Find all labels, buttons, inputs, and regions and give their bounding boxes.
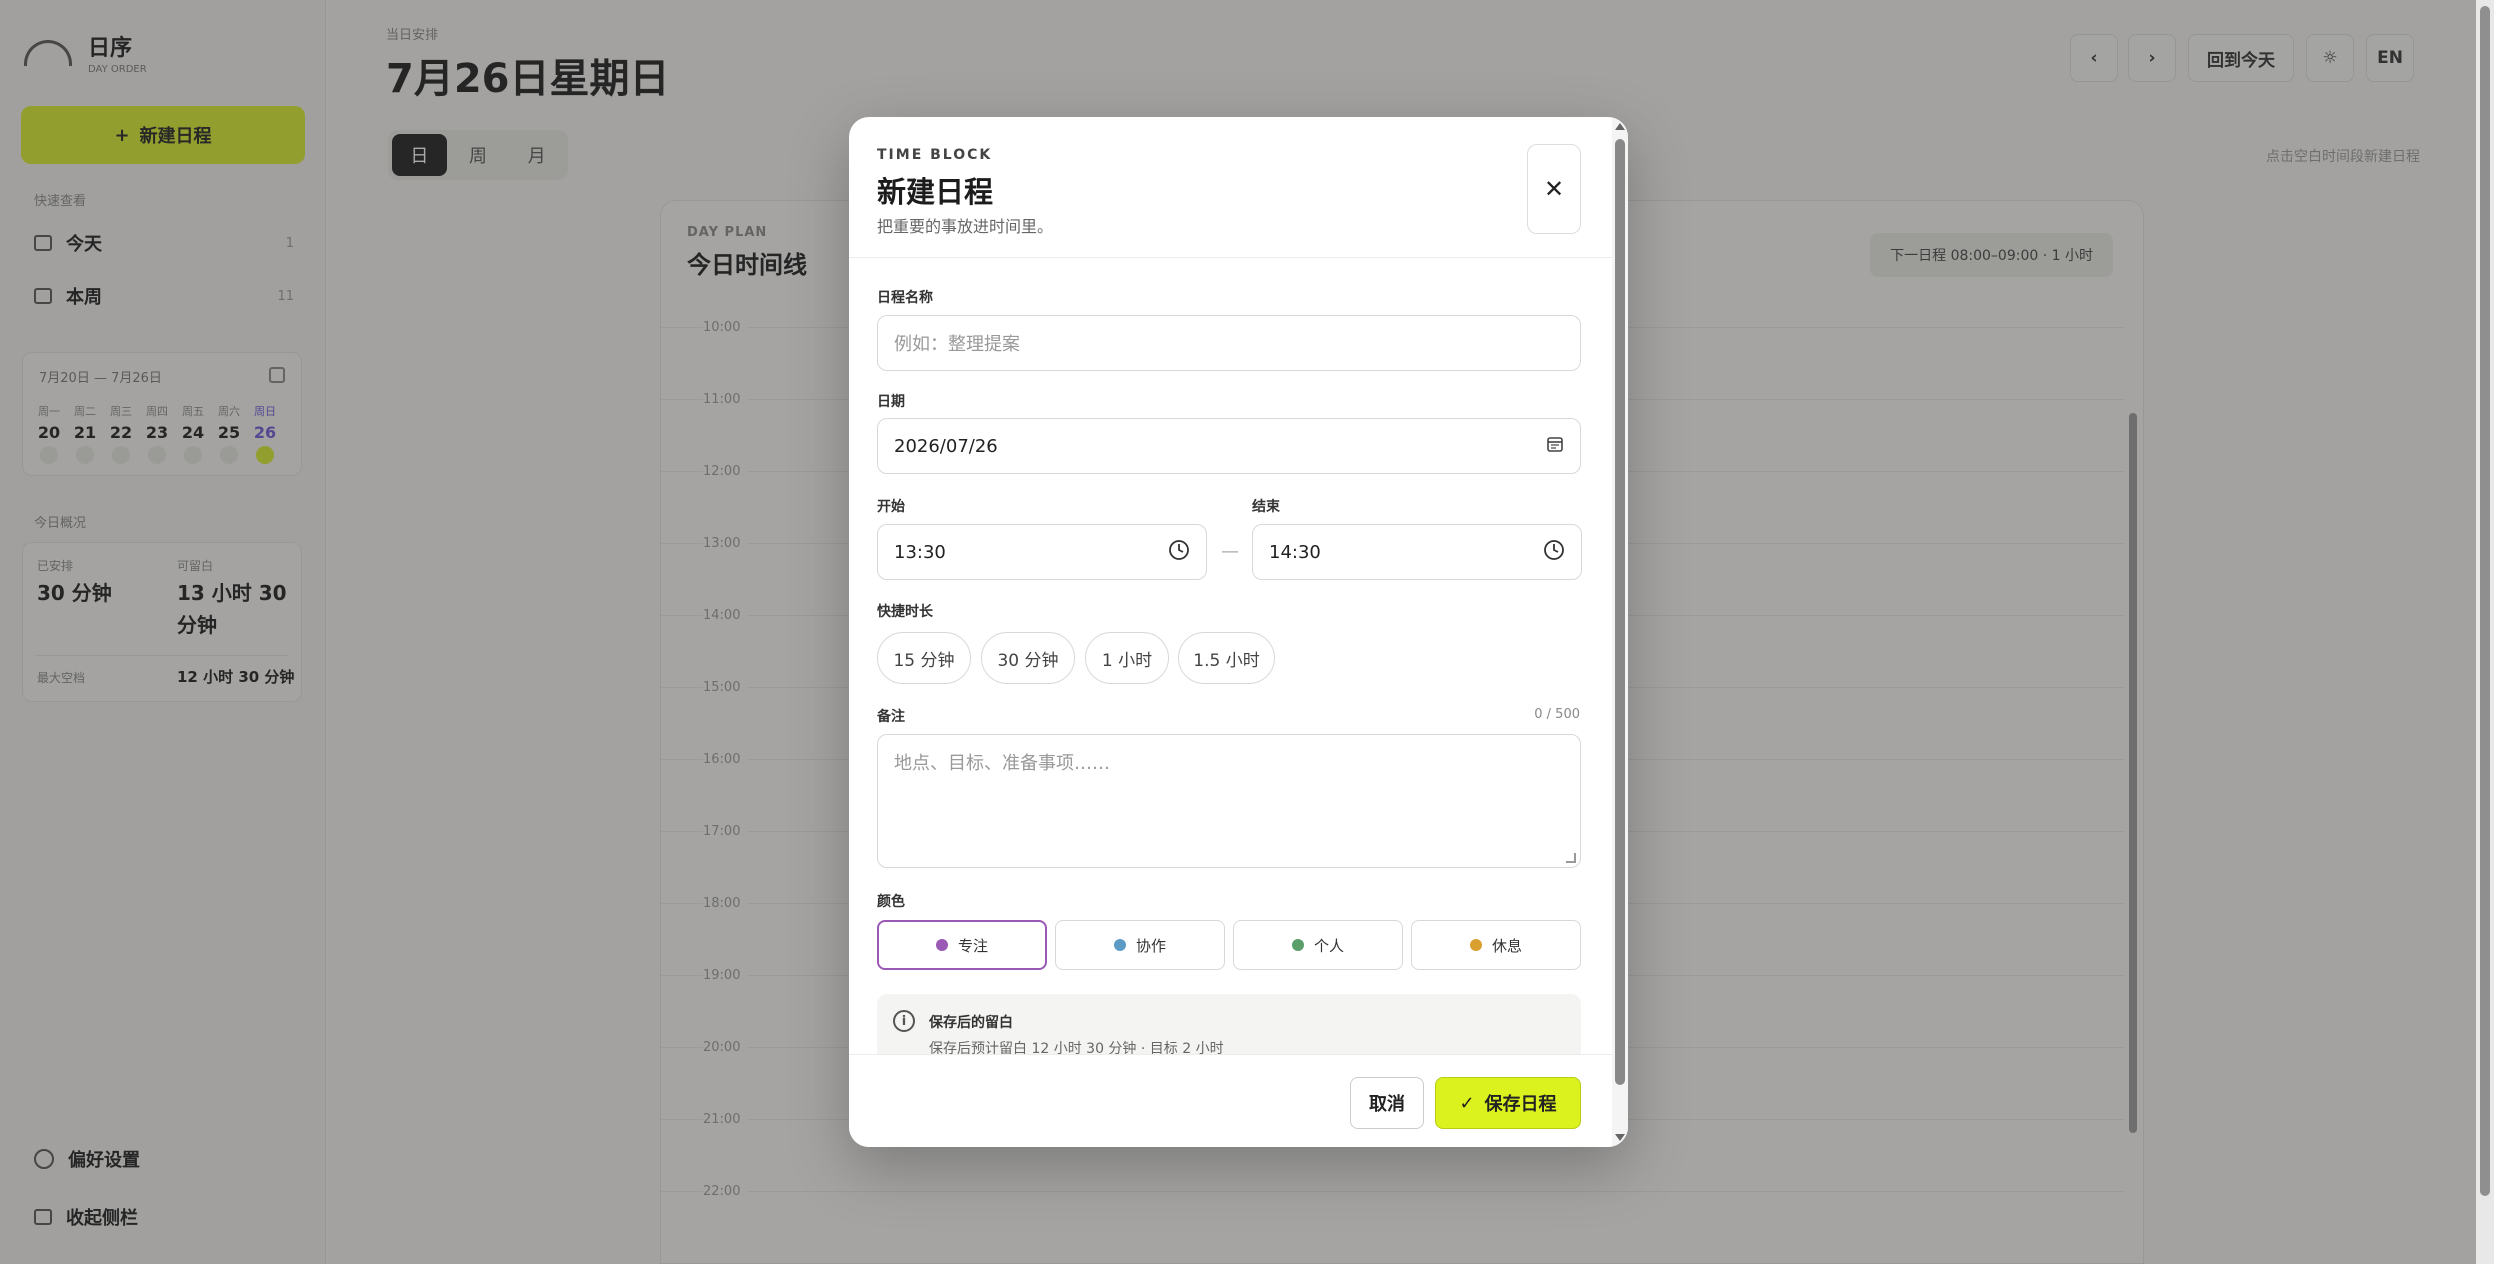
- end-label: 结束: [1252, 499, 1280, 515]
- dialog-scrollbar[interactable]: [1612, 117, 1628, 1147]
- color-option-focus[interactable]: 专注: [877, 920, 1047, 970]
- color-option-label: 休息: [1491, 936, 1522, 955]
- color-label: 颜色: [877, 894, 905, 910]
- event-name-input[interactable]: 例如：整理提案: [877, 315, 1581, 371]
- start-time-value: 13:30: [894, 541, 946, 563]
- quick-duration-label: 快捷时长: [877, 604, 933, 620]
- color-dot-icon: [1291, 939, 1304, 951]
- date-input[interactable]: 2026/07/26: [877, 418, 1581, 474]
- scroll-up-icon[interactable]: [1615, 123, 1625, 130]
- notes-textarea[interactable]: 地点、目标、准备事项……: [877, 734, 1581, 868]
- duration-1-5h-chip[interactable]: 1.5 小时: [1178, 632, 1275, 684]
- time-separator: —: [1221, 541, 1239, 562]
- start-label: 开始: [877, 499, 905, 515]
- close-icon: ✕: [1543, 175, 1565, 203]
- info-icon: i: [893, 1010, 915, 1032]
- divider: [849, 257, 1612, 258]
- dialog-eyebrow: TIME BLOCK: [877, 147, 993, 163]
- page-scrollbar[interactable]: [2476, 0, 2494, 1264]
- start-time-input[interactable]: 13:30: [877, 524, 1207, 580]
- color-option-rest[interactable]: 休息: [1411, 920, 1581, 970]
- clock-icon[interactable]: [1168, 539, 1190, 566]
- scrollbar-thumb[interactable]: [2480, 6, 2490, 1196]
- check-icon: ✓: [1459, 1092, 1475, 1114]
- close-button[interactable]: ✕: [1527, 144, 1581, 234]
- color-option-label: 专注: [957, 936, 988, 955]
- scroll-down-icon[interactable]: [1615, 1134, 1625, 1141]
- calendar-icon[interactable]: [1546, 435, 1564, 458]
- date-label: 日期: [877, 394, 905, 410]
- clock-icon[interactable]: [1543, 539, 1565, 566]
- dialog-title: 新建日程: [877, 175, 994, 209]
- scrollbar-thumb[interactable]: [1615, 139, 1625, 1085]
- color-option-personal[interactable]: 个人: [1233, 920, 1403, 970]
- resize-handle-icon[interactable]: [1566, 853, 1576, 863]
- duration-30min-chip[interactable]: 30 分钟: [981, 632, 1075, 684]
- date-value: 2026/07/26: [894, 435, 998, 457]
- name-label: 日程名称: [877, 290, 933, 306]
- end-time-input[interactable]: 14:30: [1252, 524, 1582, 580]
- save-label: 保存日程: [1484, 1094, 1557, 1115]
- duration-15min-chip[interactable]: 15 分钟: [877, 632, 971, 684]
- color-option-collab[interactable]: 协作: [1055, 920, 1225, 970]
- color-dot-icon: [1113, 939, 1126, 951]
- duration-1h-chip[interactable]: 1 小时: [1085, 632, 1169, 684]
- cancel-button[interactable]: 取消: [1350, 1077, 1424, 1129]
- info-title: 保存后的留白: [929, 1015, 1013, 1031]
- color-dot-icon: [1469, 939, 1482, 951]
- notes-label: 备注: [877, 709, 905, 725]
- color-option-label: 个人: [1313, 936, 1344, 955]
- color-option-label: 协作: [1135, 936, 1166, 955]
- color-dot-icon: [935, 939, 948, 951]
- dialog-description: 把重要的事放进时间里。: [877, 217, 1054, 236]
- end-time-value: 14:30: [1269, 541, 1321, 563]
- notes-counter: 0 / 500: [1534, 707, 1580, 722]
- new-event-dialog: TIME BLOCK 新建日程 把重要的事放进时间里。 ✕ 日程名称 例如：整理…: [849, 117, 1628, 1147]
- dialog-footer: 取消 ✓ 保存日程: [849, 1054, 1612, 1147]
- notes-placeholder: 地点、目标、准备事项……: [894, 753, 1110, 774]
- save-event-button[interactable]: ✓ 保存日程: [1435, 1077, 1581, 1129]
